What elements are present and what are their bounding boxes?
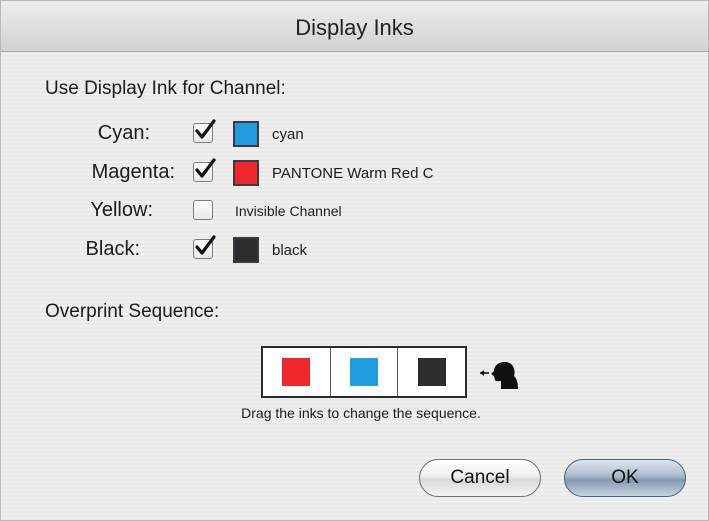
sequence-slot[interactable] <box>398 348 465 396</box>
cyan-checkbox[interactable] <box>193 119 216 143</box>
sequence-ink-chip[interactable] <box>417 358 446 386</box>
sequence-slot[interactable] <box>263 348 331 396</box>
overprint-sequence-box <box>261 346 467 398</box>
viewer-eye-icon <box>480 362 518 389</box>
overprint-heading: Overprint Sequence: <box>45 301 220 322</box>
sequence-ink-chip[interactable] <box>282 358 311 386</box>
checkmark-icon <box>195 119 216 139</box>
ok-button[interactable]: OK <box>564 459 686 497</box>
black-checkbox[interactable] <box>193 235 216 259</box>
sequence-slot[interactable] <box>331 348 399 396</box>
channels-heading: Use Display Ink for Channel: <box>45 78 286 99</box>
magenta-checkbox[interactable] <box>193 158 216 182</box>
black-ink-swatch[interactable] <box>233 237 259 263</box>
cancel-button[interactable]: Cancel <box>419 459 541 497</box>
magenta-ink-swatch[interactable] <box>233 160 259 186</box>
cyan-ink-name: cyan <box>272 126 304 143</box>
channel-label-magenta: Magenta: <box>91 161 175 183</box>
dialog-titlebar[interactable]: Display Inks <box>1 1 708 52</box>
channel-label-cyan: Cyan: <box>97 122 150 144</box>
checkmark-icon <box>195 158 216 178</box>
display-inks-dialog: Display Inks Use Display Ink for Channel… <box>0 0 709 521</box>
yellow-ink-name: Invisible Channel <box>235 203 342 219</box>
channel-label-yellow: Yellow: <box>90 199 153 221</box>
channel-label-black: Black: <box>85 238 140 260</box>
magenta-ink-name: PANTONE Warm Red C <box>272 165 434 182</box>
sequence-ink-chip[interactable] <box>350 358 378 386</box>
cyan-ink-swatch[interactable] <box>233 121 259 147</box>
yellow-checkbox[interactable] <box>193 200 213 220</box>
checkmark-icon <box>195 235 216 255</box>
dialog-title: Display Inks <box>295 15 414 40</box>
overprint-hint: Drag the inks to change the sequence. <box>241 405 481 421</box>
black-ink-name: black <box>272 242 308 259</box>
